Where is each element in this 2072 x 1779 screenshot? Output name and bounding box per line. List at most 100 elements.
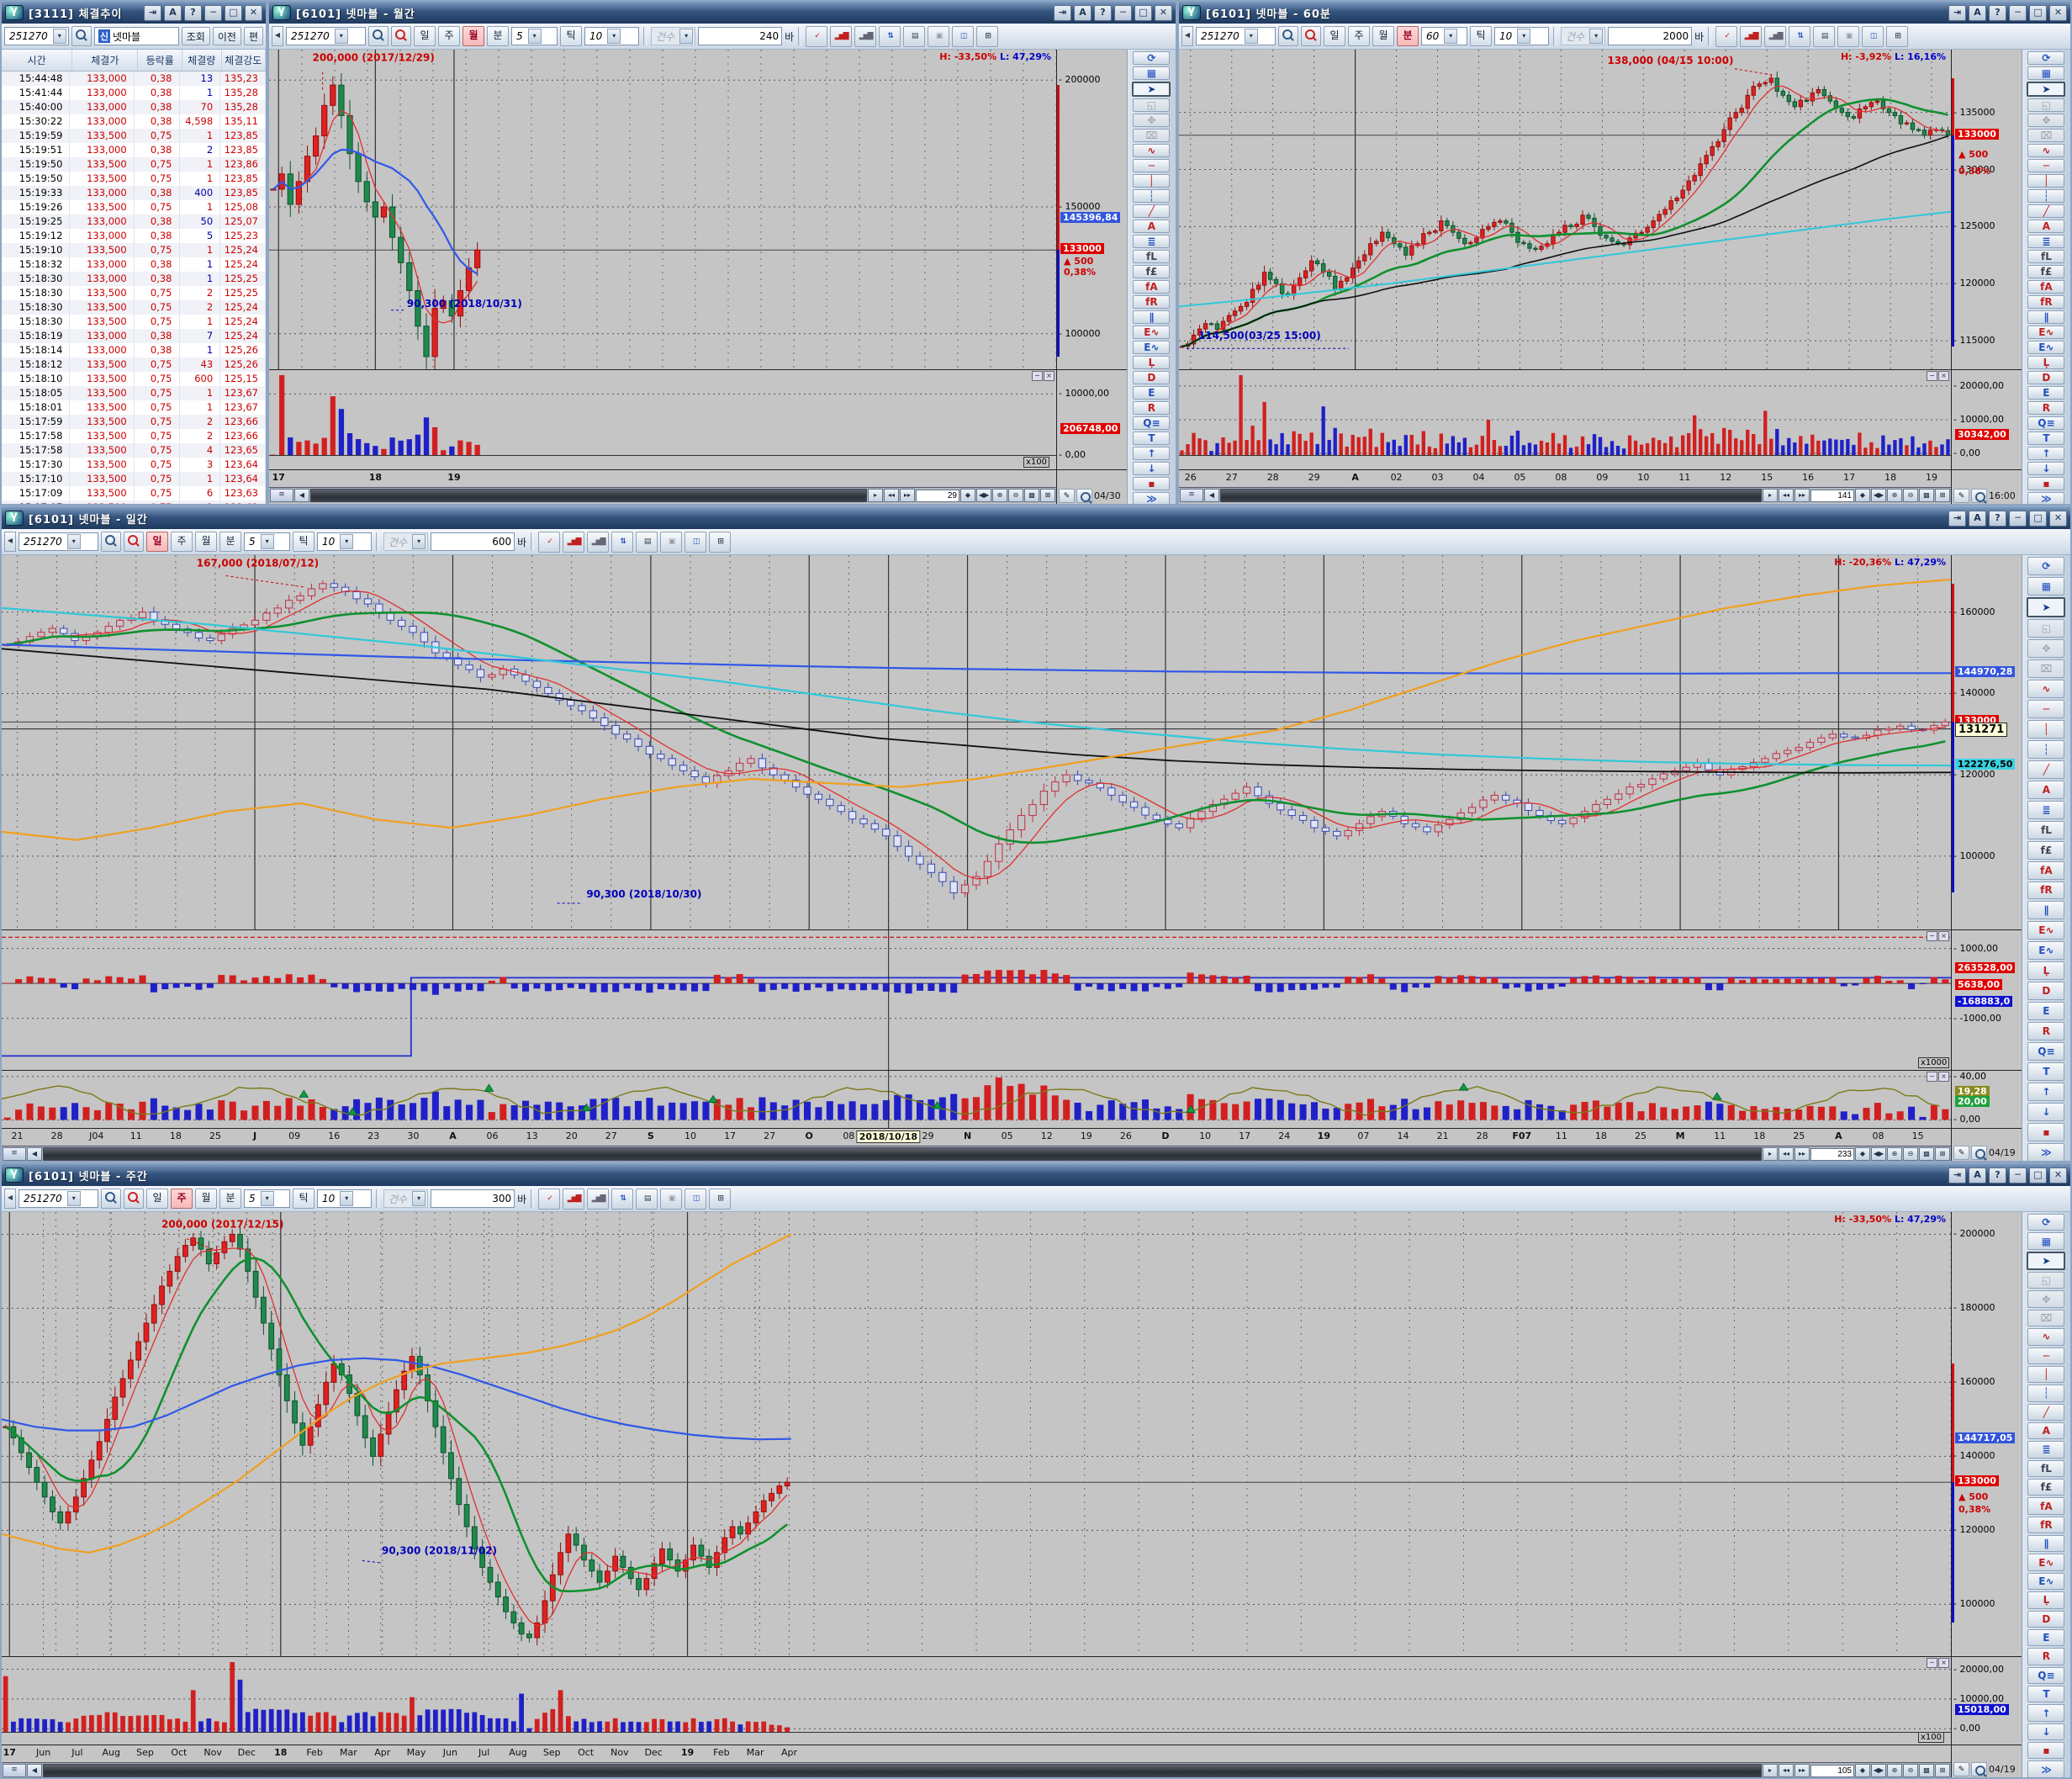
zoom-nav-button-5[interactable]: ⊠ <box>1040 489 1055 502</box>
fibo-lines-icon[interactable]: fL <box>2027 821 2064 839</box>
text-annotation-icon[interactable]: A <box>1133 220 1170 233</box>
arrow-up-icon[interactable]: ↑ <box>2027 447 2064 460</box>
period-button-일[interactable]: 일 <box>146 1189 168 1209</box>
table-row[interactable]: 15:17:10133,5000,751123,64 <box>2 472 266 486</box>
table-row[interactable]: 15:19:12133,0000,385125,23 <box>2 229 266 243</box>
scroll-nav-button-0[interactable]: ▸ <box>868 489 883 502</box>
wave-r-icon[interactable]: R <box>2027 1022 2064 1040</box>
visible-bars-input[interactable] <box>1810 1148 1854 1161</box>
trend-line-icon[interactable]: ╱ <box>2027 204 2064 218</box>
wave-r-icon[interactable]: R <box>2027 401 2064 415</box>
grid-icon[interactable]: ⊞ <box>976 26 998 47</box>
chart-style-icon[interactable]: ✓ <box>806 26 827 47</box>
scrollbar-handle[interactable]: ≡ <box>270 489 293 502</box>
minimize-icon[interactable]: ─ <box>1114 5 1132 21</box>
panel-minimize-icon[interactable]: − <box>1927 1072 1937 1082</box>
wave-d-icon[interactable]: D <box>2027 371 2064 384</box>
updown-icon[interactable]: ⇅ <box>611 1189 633 1210</box>
chevron-down-icon[interactable]: ▾ <box>67 534 81 549</box>
levels-icon[interactable]: ≣ <box>2027 801 2064 819</box>
cumulative-volume-icon[interactable]: ▂▅▇ <box>563 532 584 553</box>
titlebar[interactable]: [6101] 넷마블 - 월간 ⇥A?─□✕ <box>269 2 1176 24</box>
scroll-track[interactable] <box>43 1764 1762 1777</box>
table-row[interactable]: 15:17:58133,5000,752123,66 <box>2 429 266 443</box>
vertical-line-icon[interactable]: │ <box>2027 174 2064 188</box>
table-row[interactable]: 15:18:32133,0000,381125,24 <box>2 257 266 272</box>
new-doc-icon[interactable]: ▤ <box>636 1189 658 1210</box>
period-button-주[interactable]: 주 <box>171 532 193 552</box>
tick-button[interactable]: 틱 <box>1470 26 1492 46</box>
scroll-nav-button-1[interactable]: ◂◂ <box>1779 1764 1794 1777</box>
period-button-분[interactable]: 분 <box>487 26 509 46</box>
table-row[interactable]: 15:41:44133,0000,381135,28 <box>2 86 266 100</box>
scroll-nav-button-2[interactable]: ▸▸ <box>1794 489 1810 502</box>
arrow-down-icon[interactable]: ↓ <box>2027 1723 2064 1740</box>
minimize-icon[interactable]: ─ <box>204 5 222 21</box>
multi-chart-icon[interactable]: ▦ <box>2027 577 2064 596</box>
table-row[interactable]: 15:40:00133,0000,3870135,28 <box>2 100 266 114</box>
zoom-nav-button-1[interactable]: ◀▶ <box>1871 1764 1886 1777</box>
multi-chart-icon[interactable]: ▦ <box>2027 1232 2064 1249</box>
maximize-icon[interactable]: □ <box>2029 5 2047 21</box>
cumulative-volume-icon[interactable]: ▂▅▇ <box>563 1189 584 1210</box>
search-icon[interactable] <box>101 532 121 552</box>
scrollbar-handle[interactable]: ≡ <box>3 1764 26 1777</box>
point-line-icon[interactable]: ┆ <box>2027 189 2064 203</box>
tick-count-combo[interactable]: 10▾ <box>1494 27 1549 45</box>
collapse-toolbar-button[interactable]: ◀ <box>4 532 16 552</box>
zoom-nav-button-4[interactable]: ▩ <box>1024 489 1039 502</box>
new-doc-icon[interactable]: ▤ <box>903 26 925 47</box>
more-tools-icon[interactable]: ≫ <box>2027 1760 2064 1777</box>
stock-code-combo[interactable]: 251270▾ <box>286 27 366 45</box>
help-icon[interactable]: ? <box>1989 5 2006 21</box>
tick-button[interactable]: 틱 <box>293 1189 314 1209</box>
horizontal-line-icon[interactable]: ─ <box>1133 159 1170 172</box>
stop-icon[interactable]: ▪ <box>2027 1123 2064 1141</box>
titlebar[interactable]: [6101] 넷마블 - 일간 ⇥A?─□✕ <box>2 507 2070 529</box>
collapse-toolbar-button[interactable]: ◀ <box>1181 26 1193 46</box>
zoom-nav-button-2[interactable]: ⊕ <box>1887 1764 1902 1777</box>
trades-table-body[interactable]: 15:44:48133,0000,3813135,2315:41:44133,0… <box>2 71 266 506</box>
text-t-icon[interactable]: T <box>2027 1686 2064 1702</box>
bar-count-input[interactable] <box>431 1189 515 1208</box>
parallel-lines-icon[interactable]: ∥ <box>2027 310 2064 324</box>
collapse-toolbar-button[interactable]: ◀ <box>4 1189 16 1209</box>
table-row[interactable]: 15:19:50133,5000,751123,85 <box>2 172 266 186</box>
refresh-icon[interactable]: ⟳ <box>2027 1214 2064 1231</box>
font-size-icon[interactable]: A <box>164 5 182 21</box>
zoom-nav-button-3[interactable]: ⊖ <box>1008 489 1023 502</box>
panel-minimize-icon[interactable]: − <box>1927 371 1937 381</box>
zoom-nav-button-3[interactable]: ⊖ <box>1903 489 1918 502</box>
refresh-icon[interactable]: ⟳ <box>2027 557 2064 575</box>
stop-icon[interactable]: ▪ <box>1133 477 1170 490</box>
chevron-down-icon[interactable]: ▾ <box>335 29 348 44</box>
visible-bars-input[interactable] <box>1810 490 1854 502</box>
float-window-icon[interactable]: ⇥ <box>144 5 161 21</box>
updown-icon[interactable]: ⇅ <box>611 532 633 553</box>
period-button-월[interactable]: 월 <box>195 532 217 552</box>
period-button-일[interactable]: 일 <box>1324 26 1345 46</box>
tick-count-combo[interactable]: 10▾ <box>317 532 372 551</box>
daily-chart-plots[interactable]: 167,000 (2018/07/12)90,300 (2018/10/30)H… <box>2 555 1951 1162</box>
float-window-icon[interactable]: ⇥ <box>1054 5 1071 21</box>
fibo-ext-icon[interactable]: f£ <box>2027 265 2064 278</box>
period-button-월[interactable]: 월 <box>462 26 484 46</box>
trend-line-icon[interactable]: ╱ <box>2027 760 2064 779</box>
elliott-wave-icon[interactable]: E∿ <box>2027 921 2064 940</box>
text-annotation-icon[interactable]: A <box>2027 1422 2064 1439</box>
fibo-ext-icon[interactable]: f£ <box>2027 1479 2064 1496</box>
close-icon[interactable]: ✕ <box>1155 5 1172 21</box>
scroll-nav-button-0[interactable]: ▸ <box>1763 1147 1778 1161</box>
panel-minimize-icon[interactable]: − <box>1927 1658 1937 1668</box>
text-t-icon[interactable]: T <box>2027 1062 2064 1081</box>
scroll-nav-button-2[interactable]: ▸▸ <box>1794 1147 1810 1161</box>
wave-l-icon[interactable]: Ļ <box>2027 1591 2064 1608</box>
stop-icon[interactable]: ▪ <box>2027 1742 2064 1759</box>
pan-hand-icon[interactable]: ✥ <box>2027 114 2064 127</box>
period-button-일[interactable]: 일 <box>414 26 436 46</box>
stock-code-combo[interactable]: 251270▾ <box>4 27 69 45</box>
arrow-down-icon[interactable]: ↓ <box>2027 462 2064 475</box>
search-icon[interactable] <box>101 1189 121 1209</box>
search-back-icon[interactable] <box>391 26 411 46</box>
chevron-down-icon[interactable]: ▾ <box>67 1191 81 1206</box>
